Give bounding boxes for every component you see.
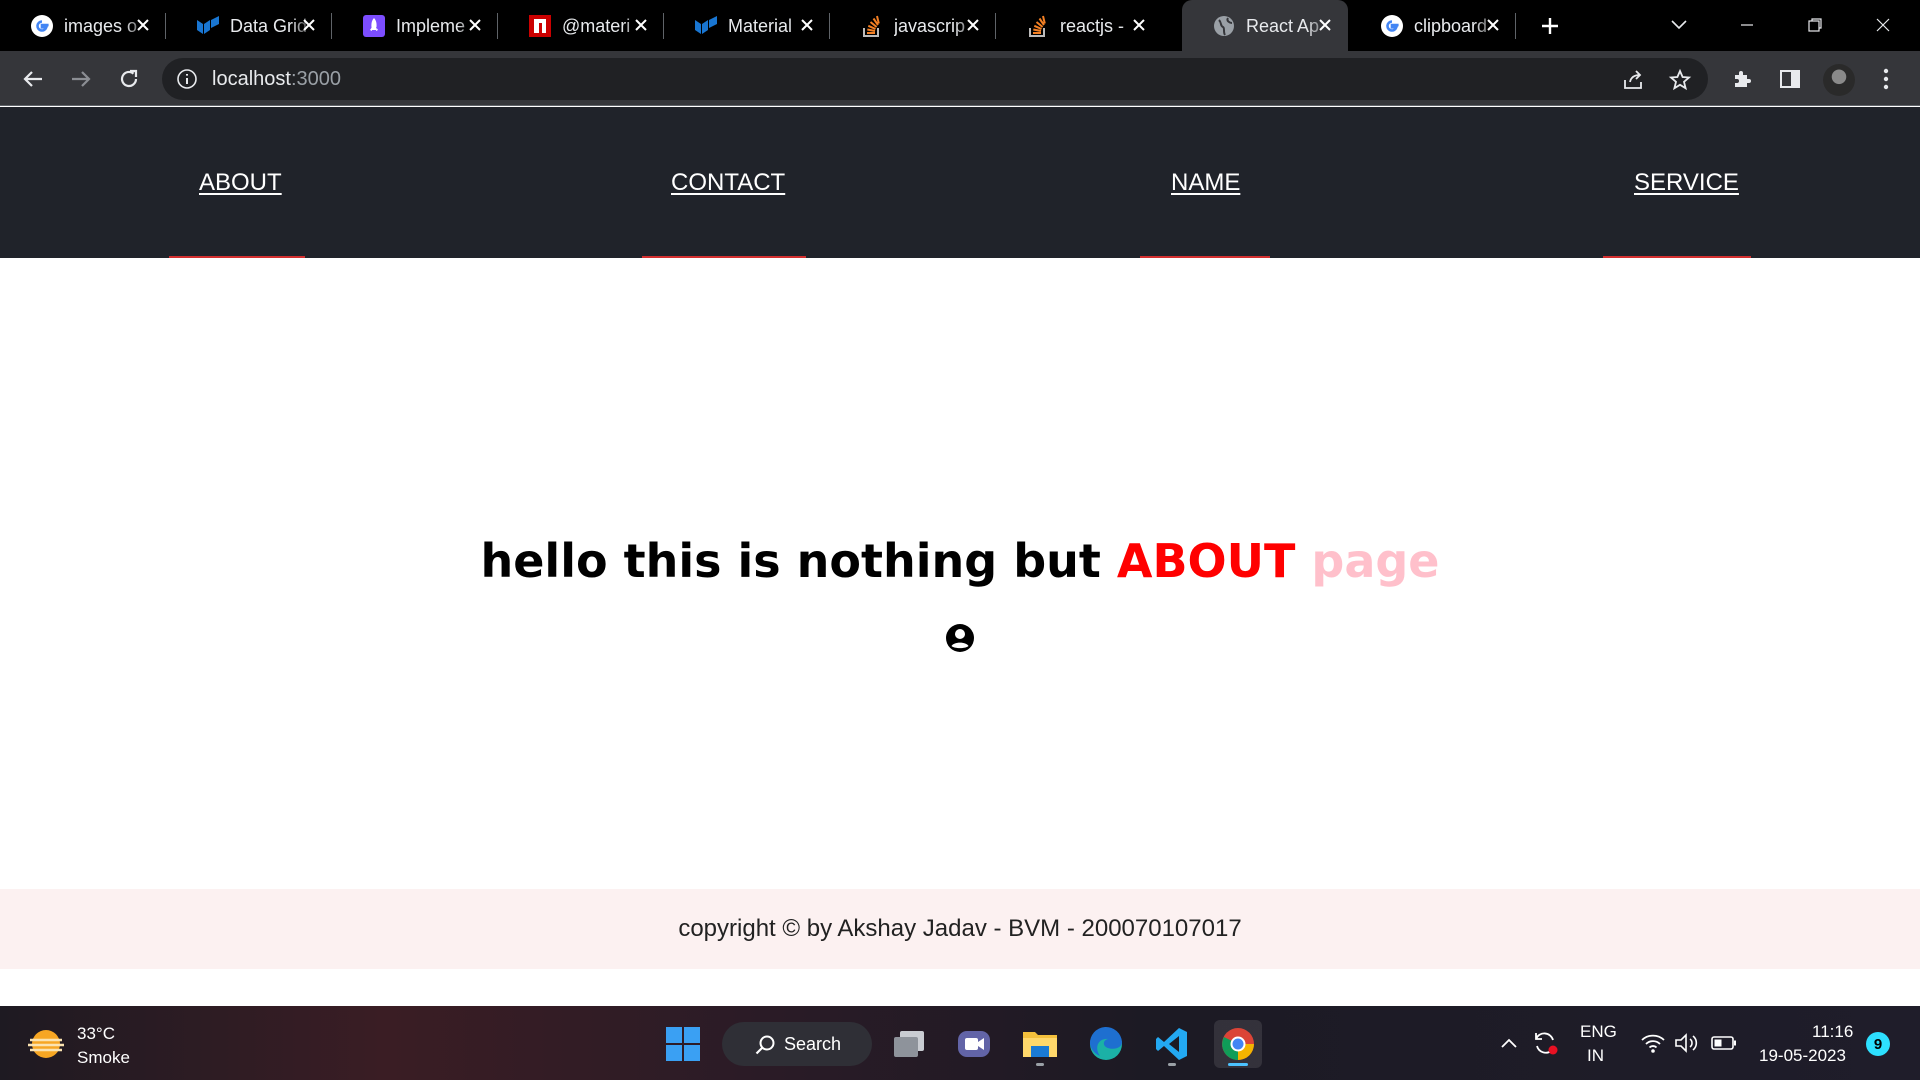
nav-link-contact[interactable]: CONTACT bbox=[671, 169, 785, 197]
npm-icon bbox=[528, 14, 552, 38]
heading-highlight: ABOUT bbox=[1116, 534, 1296, 588]
teams-chat-icon[interactable] bbox=[950, 1020, 998, 1068]
wifi-icon[interactable] bbox=[1638, 1028, 1668, 1058]
search-label: Search bbox=[784, 1034, 842, 1054]
close-icon[interactable] bbox=[298, 14, 320, 36]
browser-toolbar: localhost:3000 bbox=[0, 51, 1920, 106]
clock-date[interactable]: 19-05-2023 bbox=[1759, 1046, 1846, 1066]
tab-search-button[interactable] bbox=[1664, 10, 1694, 40]
url-host: localhost bbox=[212, 68, 291, 90]
heading-suffix: page bbox=[1311, 534, 1440, 588]
close-icon[interactable] bbox=[962, 14, 984, 36]
language-region[interactable]: IN bbox=[1587, 1046, 1604, 1066]
nav-indicator bbox=[1140, 256, 1270, 258]
start-button[interactable] bbox=[659, 1020, 707, 1068]
side-panel-icon[interactable] bbox=[1775, 64, 1805, 94]
page-heading: hello this is nothing but ABOUT page bbox=[0, 533, 1920, 589]
running-indicator bbox=[1036, 1063, 1044, 1066]
app-navbar: ABOUT CONTACT NAME SERVICE bbox=[0, 107, 1920, 258]
share-icon[interactable] bbox=[1621, 68, 1645, 92]
weather-sun-icon[interactable] bbox=[26, 1026, 66, 1062]
close-icon[interactable] bbox=[630, 14, 652, 36]
weather-temperature: 33°C bbox=[77, 1024, 115, 1043]
rocket-icon bbox=[362, 14, 386, 38]
language-indicator[interactable]: ENG bbox=[1580, 1022, 1617, 1042]
url-text: localhost:3000 bbox=[212, 68, 341, 90]
chrome-icon[interactable] bbox=[1214, 1020, 1262, 1068]
info-icon[interactable] bbox=[176, 68, 198, 90]
heading-prefix: hello this is nothing but bbox=[480, 534, 1117, 588]
mui-icon bbox=[196, 14, 220, 38]
notification-badge[interactable]: 9 bbox=[1866, 1032, 1890, 1056]
close-icon[interactable] bbox=[1128, 14, 1150, 36]
browser-tab-active[interactable]: React Ap bbox=[1182, 0, 1348, 51]
active-indicator bbox=[1228, 1063, 1248, 1066]
back-button[interactable] bbox=[18, 64, 48, 94]
file-explorer-icon[interactable] bbox=[1016, 1020, 1064, 1068]
volume-icon[interactable] bbox=[1672, 1028, 1702, 1058]
nav-indicator bbox=[1603, 256, 1751, 258]
edge-browser-icon[interactable] bbox=[1082, 1020, 1130, 1068]
battery-icon[interactable] bbox=[1709, 1028, 1739, 1058]
browser-tab[interactable]: Impleme bbox=[332, 0, 498, 51]
tab-separator bbox=[1515, 13, 1516, 39]
browser-tab[interactable]: images o bbox=[0, 0, 166, 51]
browser-tab[interactable]: javascrip bbox=[830, 0, 996, 51]
nav-link-name[interactable]: NAME bbox=[1171, 169, 1240, 197]
nav-link-service[interactable]: SERVICE bbox=[1634, 169, 1739, 197]
restore-button[interactable] bbox=[1800, 10, 1830, 40]
clock-time[interactable]: 11:16 bbox=[1812, 1022, 1853, 1042]
forward-button[interactable] bbox=[66, 64, 96, 94]
close-window-button[interactable] bbox=[1868, 10, 1898, 40]
extensions-icon[interactable] bbox=[1728, 64, 1758, 94]
nav-indicator bbox=[642, 256, 806, 258]
weather-description: Smoke bbox=[77, 1048, 130, 1067]
nav-link-about[interactable]: ABOUT bbox=[199, 169, 282, 197]
menu-kebab-icon[interactable] bbox=[1871, 64, 1901, 94]
close-icon[interactable] bbox=[132, 14, 154, 36]
reload-button[interactable] bbox=[114, 64, 144, 94]
close-icon[interactable] bbox=[464, 14, 486, 36]
windows-taskbar: 33°C Smoke Search ENG IN 11:16 19-05-202… bbox=[0, 1006, 1920, 1080]
account-circle-icon bbox=[945, 623, 975, 653]
browser-tab-strip: images o Data Grid Impleme @materi Mater bbox=[0, 0, 1920, 51]
browser-tab[interactable]: @materi bbox=[498, 0, 664, 51]
close-icon[interactable] bbox=[1314, 14, 1336, 36]
mui-icon bbox=[694, 14, 718, 38]
profile-avatar[interactable] bbox=[1823, 64, 1855, 96]
google-icon bbox=[30, 14, 54, 38]
globe-icon bbox=[1212, 14, 1236, 38]
close-icon[interactable] bbox=[1482, 14, 1504, 36]
search-icon bbox=[754, 1034, 776, 1056]
copyright-text: copyright © by Akshay Jadav - BVM - 2000… bbox=[678, 915, 1242, 942]
close-icon[interactable] bbox=[796, 14, 818, 36]
taskbar-search[interactable]: Search bbox=[722, 1022, 872, 1066]
browser-tab[interactable]: Data Grid bbox=[166, 0, 332, 51]
browser-tab[interactable]: clipboard bbox=[1350, 0, 1516, 51]
stackoverflow-icon bbox=[860, 14, 884, 38]
page-footer: copyright © by Akshay Jadav - BVM - 2000… bbox=[0, 889, 1920, 969]
web-page: ABOUT CONTACT NAME SERVICE hello this is… bbox=[0, 107, 1920, 1006]
bookmark-star-icon[interactable] bbox=[1668, 68, 1692, 92]
google-icon bbox=[1380, 14, 1404, 38]
nav-indicator bbox=[169, 256, 305, 258]
vscode-icon[interactable] bbox=[1148, 1020, 1196, 1068]
stackoverflow-icon bbox=[1026, 14, 1050, 38]
new-tab-button[interactable] bbox=[1536, 12, 1564, 40]
url-port: :3000 bbox=[290, 68, 341, 90]
task-view-icon[interactable] bbox=[885, 1020, 933, 1068]
sync-icon[interactable] bbox=[1530, 1028, 1560, 1058]
running-indicator bbox=[1168, 1063, 1176, 1066]
address-bar[interactable]: localhost:3000 bbox=[162, 58, 1708, 100]
minimize-button[interactable] bbox=[1732, 10, 1762, 40]
chevron-up-icon[interactable] bbox=[1494, 1028, 1524, 1058]
browser-tab[interactable]: reactjs - bbox=[996, 0, 1162, 51]
browser-tab[interactable]: Material bbox=[664, 0, 830, 51]
